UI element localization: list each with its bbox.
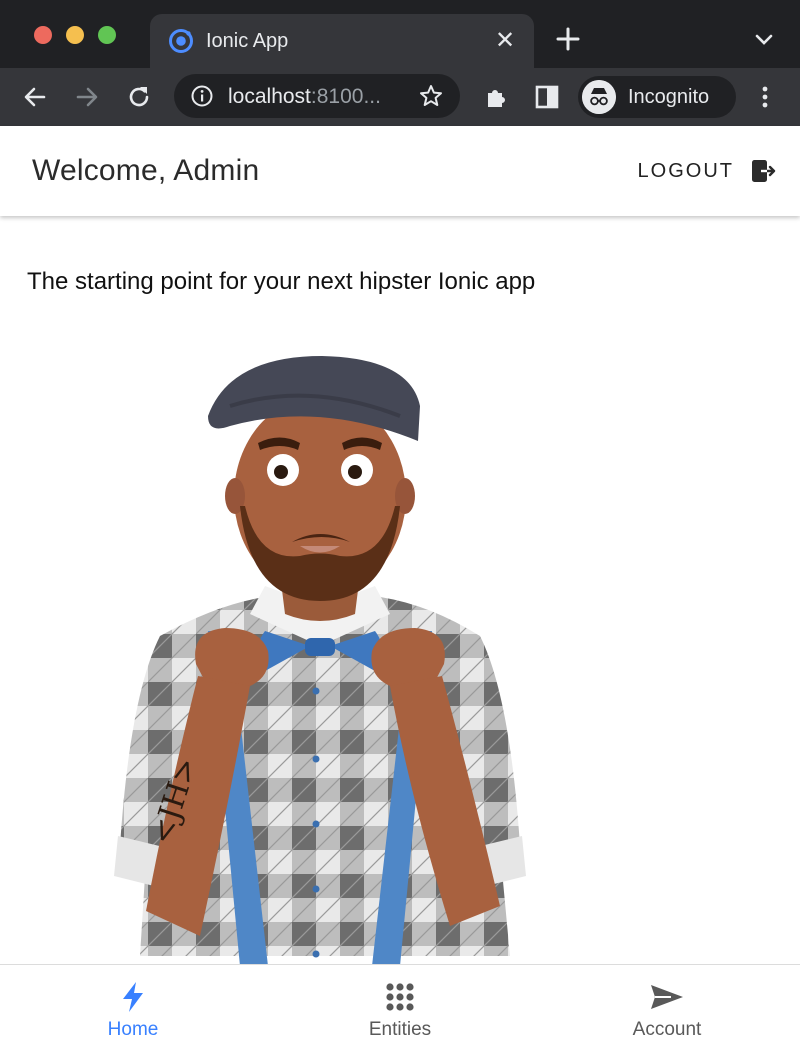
- tab-strip: Ionic App ✕: [0, 0, 800, 68]
- browser-menu-icon[interactable]: [750, 82, 780, 112]
- tab-entities[interactable]: Entities: [267, 965, 533, 1054]
- browser-tab[interactable]: Ionic App ✕: [150, 14, 534, 68]
- flash-icon: [123, 982, 143, 1012]
- bottom-tab-bar: Home Entities Account: [0, 964, 800, 1054]
- maximize-window-button[interactable]: [98, 26, 116, 44]
- ionic-logo-icon: [169, 29, 193, 53]
- site-info-icon[interactable]: [190, 84, 214, 108]
- tab-account[interactable]: Account: [534, 965, 800, 1054]
- new-tab-icon[interactable]: [553, 24, 583, 54]
- extensions-puzzle-icon[interactable]: [482, 82, 512, 112]
- logout-label: LOGOUT: [637, 159, 734, 182]
- tab-title: Ionic App: [206, 30, 289, 52]
- tab-close-button[interactable]: ✕: [490, 26, 520, 56]
- apps-grid-icon: [386, 983, 414, 1011]
- browser-chrome: Ionic App ✕ localhost:8100... Incognito: [0, 0, 800, 126]
- log-out-icon: [752, 160, 776, 182]
- tab-home-label: Home: [107, 1019, 159, 1040]
- bookmark-star-icon[interactable]: [418, 83, 444, 109]
- back-arrow-icon[interactable]: [20, 82, 50, 112]
- tagline: The starting point for your next hipster…: [27, 268, 536, 295]
- tab-search-chevron-icon[interactable]: [750, 26, 778, 54]
- side-panel-icon[interactable]: [532, 82, 562, 112]
- address-bar[interactable]: localhost:8100...: [174, 74, 460, 118]
- forward-arrow-icon[interactable]: [72, 82, 102, 112]
- url-host: localhost: [228, 85, 311, 108]
- home-content: The starting point for your next hipster…: [0, 216, 800, 964]
- tab-home[interactable]: Home: [0, 965, 266, 1054]
- send-icon: [651, 985, 683, 1009]
- url-text: localhost:8100...: [228, 85, 381, 109]
- incognito-profile-button[interactable]: Incognito: [578, 76, 736, 118]
- app-header: Welcome, Admin LOGOUT: [0, 126, 800, 216]
- page-title: Welcome, Admin: [32, 154, 260, 187]
- reload-icon[interactable]: [124, 82, 154, 112]
- url-port: :8100...: [310, 85, 381, 108]
- logout-button[interactable]: LOGOUT: [638, 156, 778, 186]
- minimize-window-button[interactable]: [66, 26, 84, 44]
- close-window-button[interactable]: [34, 26, 52, 44]
- hipster-illustration: <JH>: [114, 356, 526, 964]
- tab-entities-label: Entities: [368, 1019, 432, 1040]
- browser-toolbar: localhost:8100... Incognito: [0, 68, 800, 126]
- incognito-icon: [582, 80, 616, 114]
- tab-account-label: Account: [632, 1019, 702, 1040]
- incognito-label: Incognito: [628, 86, 710, 108]
